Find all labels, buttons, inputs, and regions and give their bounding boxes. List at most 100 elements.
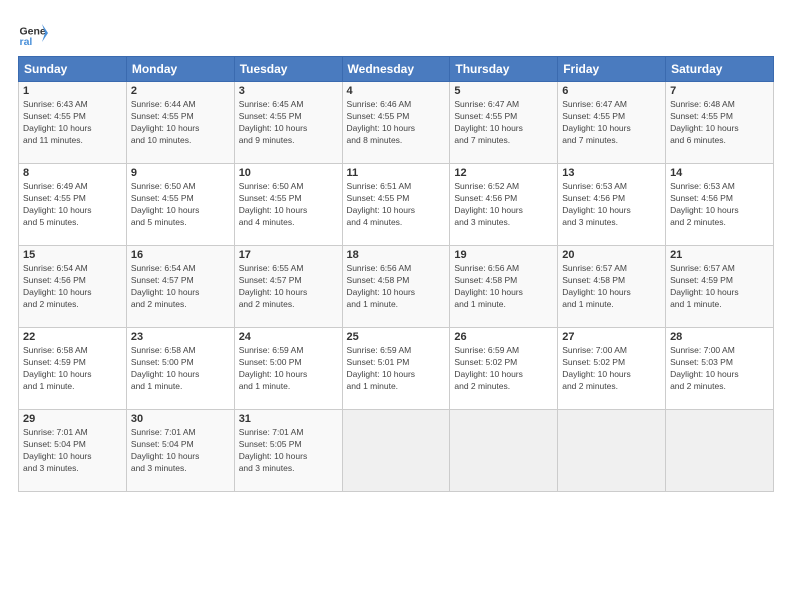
- day-info: Sunrise: 7:01 AM Sunset: 5:04 PM Dayligh…: [131, 427, 230, 475]
- day-cell: 11 Sunrise: 6:51 AM Sunset: 4:55 PM Dayli…: [342, 164, 450, 246]
- day-number: 12: [454, 167, 553, 179]
- day-info: Sunrise: 6:44 AM Sunset: 4:55 PM Dayligh…: [131, 99, 230, 147]
- day-cell: 21Sunrise: 6:57 AM Sunset: 4:59 PM Dayli…: [666, 246, 774, 328]
- day-number: 28: [670, 331, 769, 343]
- day-cell: [450, 410, 558, 492]
- day-info: Sunrise: 7:00 AM Sunset: 5:03 PM Dayligh…: [670, 345, 769, 393]
- day-cell: 16 Sunrise: 6:54 AM Sunset: 4:57 PM Dayli…: [126, 246, 234, 328]
- day-number: 8: [23, 167, 122, 179]
- header-cell-wednesday: Wednesday: [342, 57, 450, 82]
- day-info: Sunrise: 6:58 AM Sunset: 5:00 PM Dayligh…: [131, 345, 230, 393]
- day-cell: 3Sunrise: 6:45 AM Sunset: 4:55 PM Daylig…: [234, 82, 342, 164]
- day-number: 17: [239, 249, 338, 261]
- day-cell: 8 Sunrise: 6:49 AM Sunset: 4:55 PM Daylig…: [19, 164, 127, 246]
- day-cell: 26 Sunrise: 6:59 AM Sunset: 5:02 PM Dayli…: [450, 328, 558, 410]
- header-cell-sunday: Sunday: [19, 57, 127, 82]
- svg-text:ral: ral: [20, 36, 33, 48]
- day-number: 19: [454, 249, 553, 261]
- day-info: Sunrise: 6:49 AM Sunset: 4:55 PM Dayligh…: [23, 181, 122, 229]
- day-info: Sunrise: 7:00 AM Sunset: 5:02 PM Dayligh…: [562, 345, 661, 393]
- day-info: Sunrise: 7:01 AM Sunset: 5:05 PM Dayligh…: [239, 427, 338, 475]
- day-info: Sunrise: 6:50 AM Sunset: 4:55 PM Dayligh…: [131, 181, 230, 229]
- logo: Gene ral: [18, 18, 50, 48]
- day-info: Sunrise: 6:52 AM Sunset: 4:56 PM Dayligh…: [454, 181, 553, 229]
- day-number: 4: [347, 85, 446, 97]
- day-number: 11: [347, 167, 446, 179]
- day-cell: 10 Sunrise: 6:50 AM Sunset: 4:55 PM Dayli…: [234, 164, 342, 246]
- day-number: 24: [239, 331, 338, 343]
- header-cell-monday: Monday: [126, 57, 234, 82]
- day-number: 27: [562, 331, 661, 343]
- day-info: Sunrise: 6:47 AM Sunset: 4:55 PM Dayligh…: [562, 99, 661, 147]
- day-number: 13: [562, 167, 661, 179]
- day-number: 7: [670, 85, 769, 97]
- calendar-table: SundayMondayTuesdayWednesdayThursdayFrid…: [18, 56, 774, 492]
- day-cell: [342, 410, 450, 492]
- day-cell: 23 Sunrise: 6:58 AM Sunset: 5:00 PM Dayli…: [126, 328, 234, 410]
- week-row-4: 22Sunrise: 6:58 AM Sunset: 4:59 PM Dayli…: [19, 328, 774, 410]
- day-info: Sunrise: 6:56 AM Sunset: 4:58 PM Dayligh…: [347, 263, 446, 311]
- day-number: 10: [239, 167, 338, 179]
- day-info: Sunrise: 6:57 AM Sunset: 4:58 PM Dayligh…: [562, 263, 661, 311]
- day-info: Sunrise: 6:59 AM Sunset: 5:00 PM Dayligh…: [239, 345, 338, 393]
- day-cell: 22Sunrise: 6:58 AM Sunset: 4:59 PM Dayli…: [19, 328, 127, 410]
- day-info: Sunrise: 6:59 AM Sunset: 5:01 PM Dayligh…: [347, 345, 446, 393]
- day-cell: 2 Sunrise: 6:44 AM Sunset: 4:55 PM Daylig…: [126, 82, 234, 164]
- day-cell: 29Sunrise: 7:01 AM Sunset: 5:04 PM Dayli…: [19, 410, 127, 492]
- day-number: 1: [23, 85, 122, 97]
- day-cell: [666, 410, 774, 492]
- day-cell: 6 Sunrise: 6:47 AM Sunset: 4:55 PM Daylig…: [558, 82, 666, 164]
- day-cell: 12 Sunrise: 6:52 AM Sunset: 4:56 PM Dayli…: [450, 164, 558, 246]
- day-info: Sunrise: 6:47 AM Sunset: 4:55 PM Dayligh…: [454, 99, 553, 147]
- day-cell: 31 Sunrise: 7:01 AM Sunset: 5:05 PM Dayli…: [234, 410, 342, 492]
- day-number: 9: [131, 167, 230, 179]
- day-info: Sunrise: 6:59 AM Sunset: 5:02 PM Dayligh…: [454, 345, 553, 393]
- day-number: 5: [454, 85, 553, 97]
- day-info: Sunrise: 6:43 AM Sunset: 4:55 PM Dayligh…: [23, 99, 122, 147]
- day-info: Sunrise: 6:46 AM Sunset: 4:55 PM Dayligh…: [347, 99, 446, 147]
- header-cell-thursday: Thursday: [450, 57, 558, 82]
- day-info: Sunrise: 6:45 AM Sunset: 4:55 PM Dayligh…: [239, 99, 338, 147]
- day-cell: 30Sunrise: 7:01 AM Sunset: 5:04 PM Dayli…: [126, 410, 234, 492]
- week-row-3: 15 Sunrise: 6:54 AM Sunset: 4:56 PM Dayli…: [19, 246, 774, 328]
- day-cell: 25 Sunrise: 6:59 AM Sunset: 5:01 PM Dayli…: [342, 328, 450, 410]
- day-cell: 19 Sunrise: 6:56 AM Sunset: 4:58 PM Dayli…: [450, 246, 558, 328]
- day-cell: 13 Sunrise: 6:53 AM Sunset: 4:56 PM Dayli…: [558, 164, 666, 246]
- day-number: 25: [347, 331, 446, 343]
- day-info: Sunrise: 6:51 AM Sunset: 4:55 PM Dayligh…: [347, 181, 446, 229]
- week-row-2: 8 Sunrise: 6:49 AM Sunset: 4:55 PM Daylig…: [19, 164, 774, 246]
- day-info: Sunrise: 6:53 AM Sunset: 4:56 PM Dayligh…: [670, 181, 769, 229]
- day-number: 2: [131, 85, 230, 97]
- day-cell: 20 Sunrise: 6:57 AM Sunset: 4:58 PM Dayli…: [558, 246, 666, 328]
- day-cell: 14 Sunrise: 6:53 AM Sunset: 4:56 PM Dayli…: [666, 164, 774, 246]
- day-number: 23: [131, 331, 230, 343]
- day-info: Sunrise: 6:53 AM Sunset: 4:56 PM Dayligh…: [562, 181, 661, 229]
- week-row-5: 29Sunrise: 7:01 AM Sunset: 5:04 PM Dayli…: [19, 410, 774, 492]
- day-number: 15: [23, 249, 122, 261]
- day-info: Sunrise: 6:48 AM Sunset: 4:55 PM Dayligh…: [670, 99, 769, 147]
- week-row-1: 1 Sunrise: 6:43 AM Sunset: 4:55 PM Daylig…: [19, 82, 774, 164]
- day-number: 14: [670, 167, 769, 179]
- day-cell: 15 Sunrise: 6:54 AM Sunset: 4:56 PM Dayli…: [19, 246, 127, 328]
- day-number: 31: [239, 413, 338, 425]
- day-cell: 28 Sunrise: 7:00 AM Sunset: 5:03 PM Dayli…: [666, 328, 774, 410]
- day-info: Sunrise: 6:54 AM Sunset: 4:57 PM Dayligh…: [131, 263, 230, 311]
- day-number: 26: [454, 331, 553, 343]
- header-cell-friday: Friday: [558, 57, 666, 82]
- header-cell-tuesday: Tuesday: [234, 57, 342, 82]
- day-cell: 9 Sunrise: 6:50 AM Sunset: 4:55 PM Daylig…: [126, 164, 234, 246]
- header: Gene ral: [18, 18, 774, 48]
- day-number: 20: [562, 249, 661, 261]
- day-info: Sunrise: 6:54 AM Sunset: 4:56 PM Dayligh…: [23, 263, 122, 311]
- day-number: 16: [131, 249, 230, 261]
- day-info: Sunrise: 6:58 AM Sunset: 4:59 PM Dayligh…: [23, 345, 122, 393]
- calendar-page: Gene ral SundayMondayTuesdayWednesdayThu…: [0, 0, 792, 612]
- day-cell: 7 Sunrise: 6:48 AM Sunset: 4:55 PM Daylig…: [666, 82, 774, 164]
- day-number: 6: [562, 85, 661, 97]
- day-info: Sunrise: 6:55 AM Sunset: 4:57 PM Dayligh…: [239, 263, 338, 311]
- day-info: Sunrise: 6:57 AM Sunset: 4:59 PM Dayligh…: [670, 263, 769, 311]
- day-info: Sunrise: 6:50 AM Sunset: 4:55 PM Dayligh…: [239, 181, 338, 229]
- header-row: SundayMondayTuesdayWednesdayThursdayFrid…: [19, 57, 774, 82]
- day-cell: 17 Sunrise: 6:55 AM Sunset: 4:57 PM Dayli…: [234, 246, 342, 328]
- day-info: Sunrise: 6:56 AM Sunset: 4:58 PM Dayligh…: [454, 263, 553, 311]
